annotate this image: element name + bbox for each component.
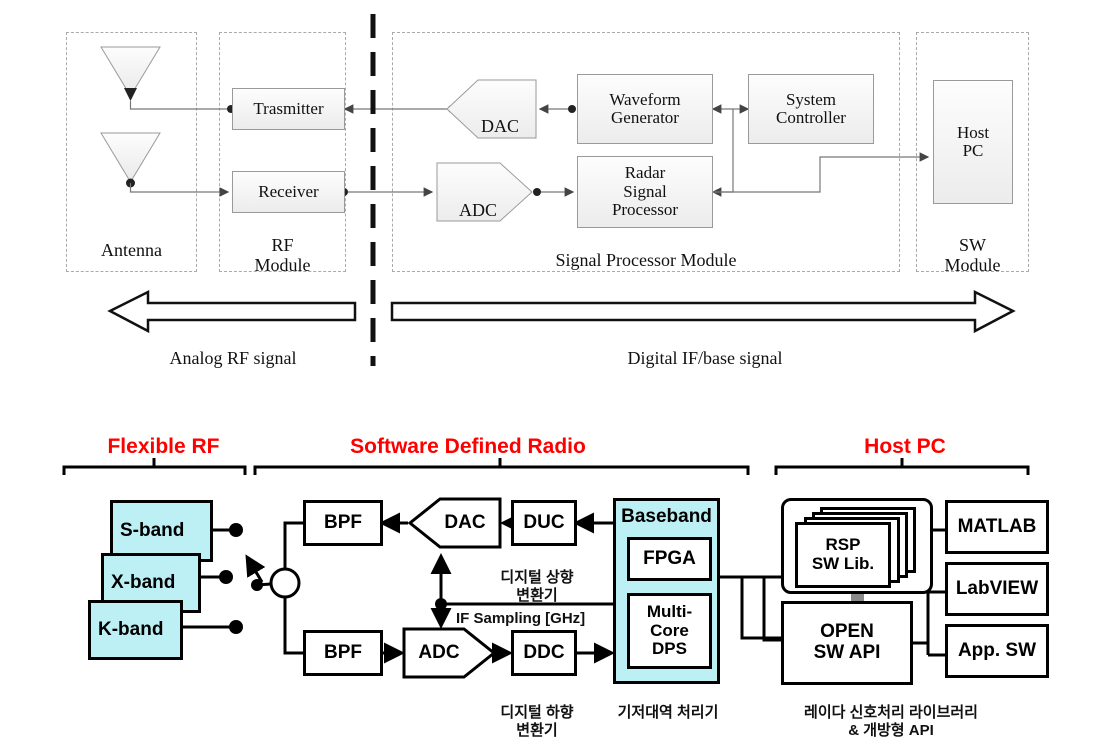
block-duc-label: DUC: [523, 511, 565, 533]
block-matlab-label: MATLAB: [957, 515, 1037, 537]
rsp-sw-lib-sheet-1[interactable]: RSP SW Lib.: [795, 522, 891, 588]
caption-ddc: 디지털 하향 변환기: [500, 704, 574, 739]
band-contact-x: [219, 570, 233, 584]
block-app-sw[interactable]: App. SW: [945, 624, 1049, 678]
block-dac-bottom[interactable]: DAC: [432, 500, 498, 546]
band-x-band-label: X-band: [111, 571, 176, 593]
rf-switch-icon: [245, 554, 301, 599]
block-baseband-label: Baseband: [621, 506, 712, 527]
band-s-band-label: S-band: [120, 519, 185, 541]
block-fpga[interactable]: FPGA: [627, 537, 712, 581]
block-app-sw-label: App. SW: [957, 639, 1037, 661]
band-contact-k: [229, 620, 243, 634]
block-ddc[interactable]: DDC: [511, 630, 577, 676]
block-ddc-label: DDC: [523, 641, 565, 663]
caption-if-sampling: IF Sampling [GHz]: [456, 610, 586, 628]
band-contact-s: [229, 523, 243, 537]
block-open-sw-api[interactable]: OPEN SW API: [781, 601, 913, 685]
block-bpf-tx[interactable]: BPF: [303, 500, 383, 546]
block-rsp-sw-lib-label: RSP SW Lib.: [811, 535, 875, 573]
block-bpf-tx-label: BPF: [324, 511, 362, 533]
bracket-host-pc: [774, 465, 1030, 475]
block-baseband[interactable]: Baseband FPGA Multi-Core DPS: [613, 498, 720, 684]
block-adc-bottom[interactable]: ADC: [406, 630, 472, 676]
block-multi-core-dps[interactable]: Multi-Core DPS: [627, 593, 712, 669]
block-duc[interactable]: DUC: [511, 500, 577, 546]
block-labview-label: LabVIEW: [955, 577, 1039, 599]
caption-baseband: 기저대역 처리기: [617, 704, 719, 722]
block-multi-core-dps-label: Multi-Core DPS: [646, 601, 693, 659]
block-bpf-rx[interactable]: BPF: [303, 630, 383, 676]
block-adc-bottom-label: ADC: [418, 641, 460, 663]
figure-canvas: Trasmitter Receiver DAC ADC Waveform Gen…: [0, 0, 1096, 746]
band-k-band[interactable]: K-band: [88, 600, 183, 660]
band-k-band-label: K-band: [98, 618, 164, 640]
block-labview[interactable]: LabVIEW: [945, 562, 1049, 616]
caption-host-pc: 레이다 신호처리 라이브러리 & 개방형 API: [804, 704, 978, 739]
block-dac-bottom-label: DAC: [444, 511, 486, 533]
bracket-flexible-rf: [62, 465, 247, 475]
block-fpga-label: FPGA: [643, 547, 696, 569]
bracket-sdr: [253, 465, 750, 475]
block-matlab[interactable]: MATLAB: [945, 500, 1049, 554]
block-open-sw-api-label: OPEN SW API: [813, 621, 881, 663]
block-rsp-sw-lib-container[interactable]: RSP SW Lib.: [781, 498, 933, 594]
block-bpf-rx-label: BPF: [324, 641, 362, 663]
